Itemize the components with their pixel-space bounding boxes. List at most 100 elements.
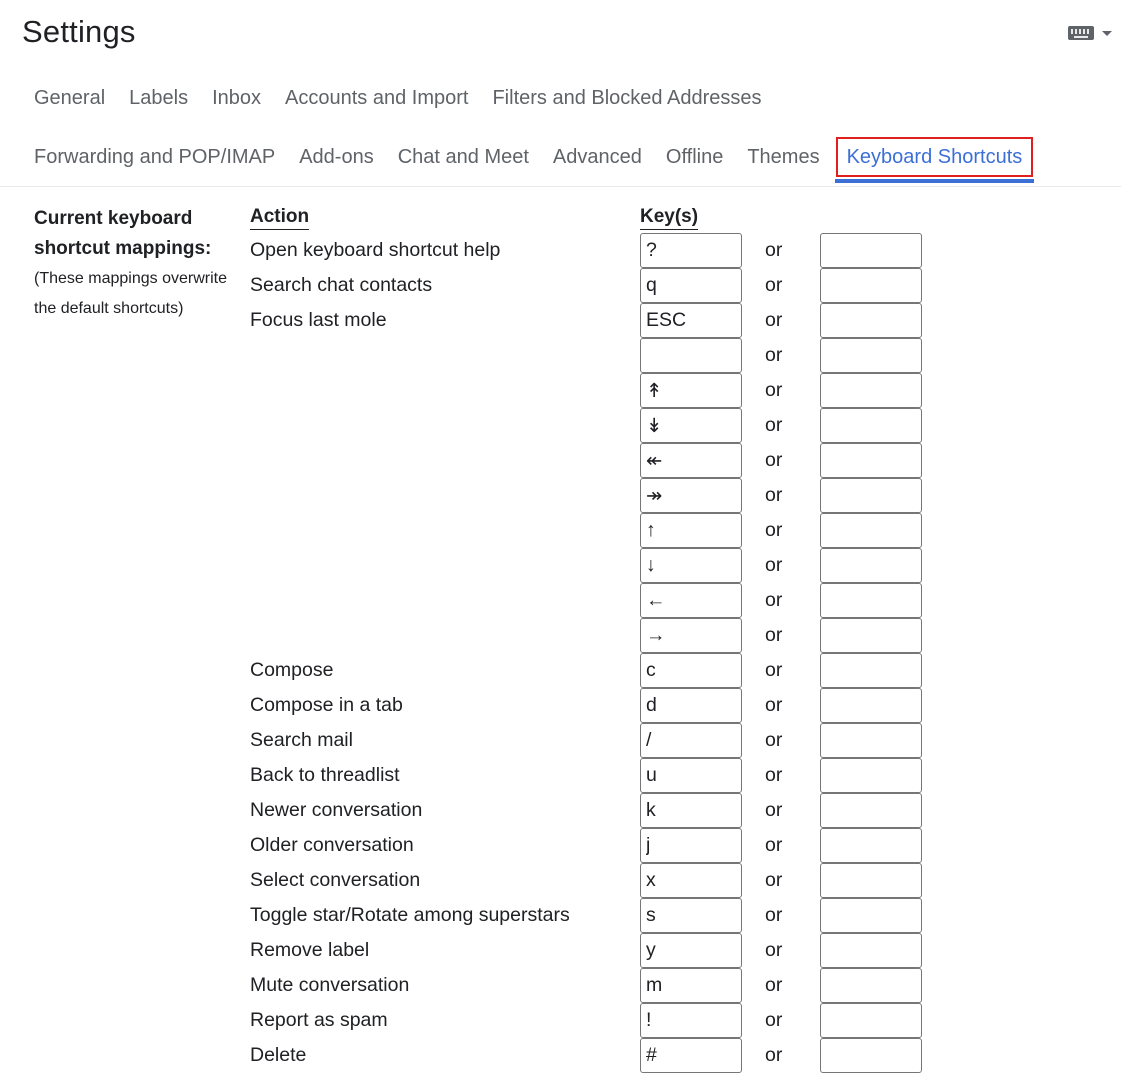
or-label: or [765, 1044, 783, 1066]
alternate-key-input[interactable] [820, 723, 922, 758]
tab-filters-and-blocked-addresses[interactable]: Filters and Blocked Addresses [480, 84, 773, 114]
alternate-key-input[interactable] [820, 1003, 922, 1038]
tab-add-ons[interactable]: Add-ons [287, 143, 386, 173]
or-label: or [765, 344, 783, 366]
shortcut-action: Older conversation [250, 834, 414, 856]
tab-accounts-and-import[interactable]: Accounts and Import [273, 84, 480, 114]
alternate-key-input[interactable] [820, 793, 922, 828]
tab-forwarding-pop-imap[interactable]: Forwarding and POP/IMAP [22, 143, 287, 173]
or-label: or [765, 484, 783, 506]
primary-key-input[interactable] [640, 618, 742, 653]
tab-advanced[interactable]: Advanced [541, 143, 654, 173]
shortcut-row: Search mail or [0, 723, 1135, 758]
primary-key-input[interactable] [640, 723, 742, 758]
shortcut-row: or [0, 443, 1135, 478]
shortcut-row: or [0, 618, 1135, 653]
alternate-key-input[interactable] [820, 478, 922, 513]
alternate-key-input[interactable] [820, 268, 922, 303]
alternate-key-input[interactable] [820, 583, 922, 618]
shortcut-action: Compose [250, 659, 334, 681]
tab-keyboard-shortcuts[interactable]: Keyboard Shortcuts [834, 137, 1034, 183]
primary-key-input[interactable] [640, 373, 742, 408]
shortcut-row: Focus last mole or [0, 303, 1135, 338]
primary-key-input[interactable] [640, 653, 742, 688]
alternate-key-input[interactable] [820, 513, 922, 548]
or-label: or [765, 554, 783, 576]
shortcut-row: Remove label or [0, 933, 1135, 968]
or-label: or [765, 624, 783, 646]
or-label: or [765, 694, 783, 716]
input-tools-button[interactable] [1068, 26, 1112, 40]
or-label: or [765, 764, 783, 786]
alternate-key-input[interactable] [820, 898, 922, 933]
page-title: Settings [22, 14, 136, 49]
or-label: or [765, 379, 783, 401]
shortcut-action: Search chat contacts [250, 274, 433, 296]
primary-key-input[interactable] [640, 548, 742, 583]
tab-labels[interactable]: Labels [117, 84, 200, 114]
alternate-key-input[interactable] [820, 548, 922, 583]
primary-key-input[interactable] [640, 268, 742, 303]
primary-key-input[interactable] [640, 863, 742, 898]
shortcut-row: Mute conversation or [0, 968, 1135, 1003]
alternate-key-input[interactable] [820, 653, 922, 688]
primary-key-input[interactable] [640, 233, 742, 268]
shortcut-row: or [0, 338, 1135, 373]
keyboard-icon [1068, 26, 1094, 40]
alternate-key-input[interactable] [820, 758, 922, 793]
primary-key-input[interactable] [640, 1038, 742, 1073]
primary-key-input[interactable] [640, 443, 742, 478]
shortcut-row: or [0, 513, 1135, 548]
primary-key-input[interactable] [640, 968, 742, 1003]
or-label: or [765, 834, 783, 856]
primary-key-input[interactable] [640, 933, 742, 968]
tab-themes[interactable]: Themes [735, 143, 831, 173]
alternate-key-input[interactable] [820, 618, 922, 653]
tabs-divider [0, 186, 1121, 187]
tab-general[interactable]: General [22, 84, 117, 114]
primary-key-input[interactable] [640, 303, 742, 338]
tab-offline[interactable]: Offline [654, 143, 735, 173]
primary-key-input[interactable] [640, 758, 742, 793]
primary-key-input[interactable] [640, 898, 742, 933]
alternate-key-input[interactable] [820, 968, 922, 1003]
primary-key-input[interactable] [640, 583, 742, 618]
shortcut-row: or [0, 408, 1135, 443]
primary-key-input[interactable] [640, 1003, 742, 1038]
primary-key-input[interactable] [640, 793, 742, 828]
alternate-key-input[interactable] [820, 1038, 922, 1073]
shortcut-row: Newer conversation or [0, 793, 1135, 828]
shortcut-action: Toggle star/Rotate among superstars [250, 904, 570, 926]
alternate-key-input[interactable] [820, 863, 922, 898]
tab-chat-and-meet[interactable]: Chat and Meet [386, 143, 541, 173]
or-label: or [765, 799, 783, 821]
shortcut-row: Open keyboard shortcut help or [0, 233, 1135, 268]
alternate-key-input[interactable] [820, 373, 922, 408]
shortcut-action: Select conversation [250, 869, 421, 891]
alternate-key-input[interactable] [820, 338, 922, 373]
alternate-key-input[interactable] [820, 688, 922, 723]
alternate-key-input[interactable] [820, 233, 922, 268]
or-label: or [765, 974, 783, 996]
or-label: or [765, 414, 783, 436]
primary-key-input[interactable] [640, 408, 742, 443]
tab-inbox[interactable]: Inbox [200, 84, 273, 114]
shortcut-action: Back to threadlist [250, 764, 400, 786]
alternate-key-input[interactable] [820, 443, 922, 478]
shortcut-row: Search chat contacts or [0, 268, 1135, 303]
alternate-key-input[interactable] [820, 303, 922, 338]
caret-down-icon [1102, 30, 1112, 36]
alternate-key-input[interactable] [820, 828, 922, 863]
shortcut-row: Compose in a tab or [0, 688, 1135, 723]
primary-key-input[interactable] [640, 338, 742, 373]
primary-key-input[interactable] [640, 828, 742, 863]
shortcut-row: Select conversation or [0, 863, 1135, 898]
alternate-key-input[interactable] [820, 408, 922, 443]
or-label: or [765, 519, 783, 541]
primary-key-input[interactable] [640, 478, 742, 513]
primary-key-input[interactable] [640, 688, 742, 723]
primary-key-input[interactable] [640, 513, 742, 548]
alternate-key-input[interactable] [820, 933, 922, 968]
or-label: or [765, 729, 783, 751]
shortcut-row: Toggle star/Rotate among superstars or [0, 898, 1135, 933]
